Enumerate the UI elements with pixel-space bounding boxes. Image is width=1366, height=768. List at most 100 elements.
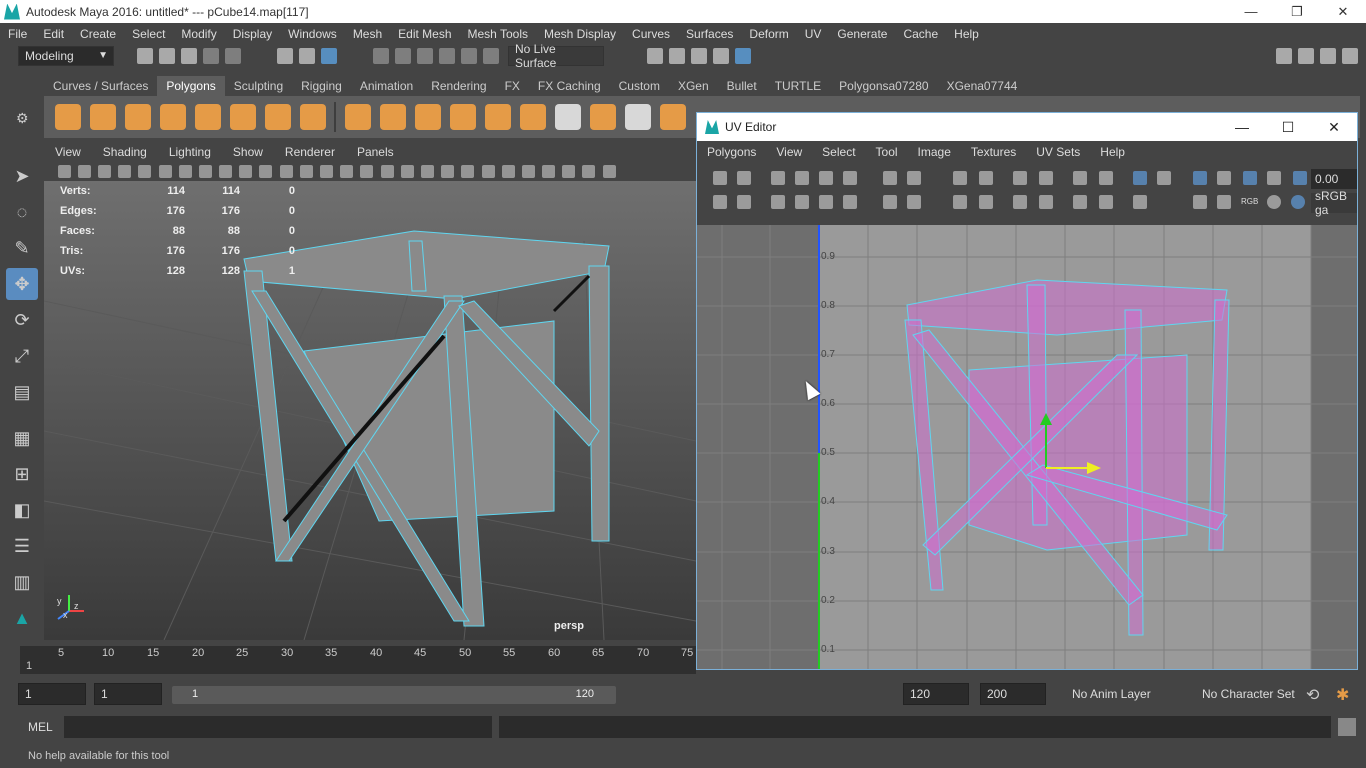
film-gate-icon[interactable] bbox=[158, 164, 172, 178]
menu-create[interactable]: Create bbox=[72, 27, 124, 41]
move-tool-icon[interactable]: ✥ bbox=[6, 268, 38, 300]
uv-pixel-snap-icon[interactable] bbox=[1217, 171, 1231, 185]
live-surface-field[interactable]: No Live Surface bbox=[508, 42, 604, 70]
uv-align-icon[interactable] bbox=[883, 171, 897, 185]
viewport-menu-renderer[interactable]: Renderer bbox=[274, 145, 346, 159]
gate-mask-icon[interactable] bbox=[198, 164, 212, 178]
snap-curve-icon[interactable] bbox=[395, 48, 411, 64]
uv-distortion-icon[interactable] bbox=[1267, 171, 1281, 185]
wireframe-icon[interactable] bbox=[279, 164, 293, 178]
menu-modify[interactable]: Modify bbox=[173, 27, 224, 41]
uv-border-icon[interactable] bbox=[979, 195, 993, 209]
poly-cone-icon[interactable] bbox=[159, 104, 186, 130]
render-settings-icon[interactable] bbox=[713, 48, 729, 64]
uv-rotate-icon[interactable] bbox=[737, 171, 751, 185]
command-input[interactable] bbox=[64, 716, 492, 738]
uv-align-bottom-icon[interactable] bbox=[1013, 195, 1027, 209]
quick-layout-side-icon[interactable]: ◧ bbox=[6, 494, 38, 526]
uv-layout-icon[interactable] bbox=[843, 171, 857, 185]
command-language-label[interactable]: MEL bbox=[28, 720, 53, 734]
open-scene-icon[interactable] bbox=[159, 48, 175, 64]
poly-plane-icon[interactable] bbox=[194, 104, 221, 130]
uv-menu-view[interactable]: View bbox=[766, 145, 812, 159]
menu-mesh-tools[interactable]: Mesh Tools bbox=[460, 27, 536, 41]
menu-select[interactable]: Select bbox=[124, 27, 173, 41]
uv-symmetrize-icon[interactable] bbox=[819, 195, 833, 209]
uv-image-display-icon[interactable] bbox=[1133, 171, 1147, 185]
render-view-icon[interactable] bbox=[647, 48, 663, 64]
graph-layout-icon[interactable]: ▥ bbox=[6, 566, 38, 598]
shelf-tab-bullet[interactable]: Bullet bbox=[718, 76, 766, 96]
snap-view-icon[interactable] bbox=[439, 48, 455, 64]
uv-menu-select[interactable]: Select bbox=[812, 145, 865, 159]
range-slider[interactable]: 1 120 bbox=[172, 686, 616, 704]
shelf-tab-animation[interactable]: Animation bbox=[351, 76, 422, 96]
menu-edit[interactable]: Edit bbox=[35, 27, 72, 41]
perspective-viewport[interactable]: y z x Verts: 114 114 0 Edges: 176 176 0 Faces:… bbox=[44, 181, 696, 640]
menu-surfaces[interactable]: Surfaces bbox=[678, 27, 741, 41]
ambient-occlusion-icon[interactable] bbox=[400, 164, 414, 178]
image-plane-icon[interactable] bbox=[118, 164, 132, 178]
auto-key-icon[interactable]: ⟲ bbox=[1306, 685, 1319, 705]
viewport-menu-view[interactable]: View bbox=[44, 145, 92, 159]
uv-overlap-icon[interactable] bbox=[1099, 195, 1113, 209]
grid-toggle-icon[interactable] bbox=[138, 164, 152, 178]
uv-select-shell-icon[interactable] bbox=[1073, 171, 1087, 185]
viewport-menu-show[interactable]: Show bbox=[222, 145, 274, 159]
uv-exposure-icon[interactable] bbox=[1293, 171, 1307, 185]
planar-map-icon[interactable] bbox=[659, 104, 686, 130]
maya-home-icon[interactable]: ▲ bbox=[6, 602, 38, 634]
start-time-field[interactable]: 1 bbox=[18, 683, 86, 705]
field-chart-icon[interactable] bbox=[219, 164, 233, 178]
use-lights-icon[interactable] bbox=[360, 164, 374, 178]
safe-action-icon[interactable] bbox=[239, 164, 253, 178]
menu-curves[interactable]: Curves bbox=[624, 27, 678, 41]
snap-grid-icon[interactable] bbox=[373, 48, 389, 64]
uv-grid-display-icon[interactable] bbox=[1193, 171, 1207, 185]
uv-menu-polygons[interactable]: Polygons bbox=[697, 145, 766, 159]
uv-gamma-icon[interactable] bbox=[1267, 195, 1281, 209]
smooth-icon[interactable] bbox=[449, 104, 476, 130]
menu-edit-mesh[interactable]: Edit Mesh bbox=[390, 27, 459, 41]
multi-cut-icon[interactable] bbox=[554, 104, 581, 130]
poly-torus-icon[interactable] bbox=[229, 104, 256, 130]
poly-cube-icon[interactable] bbox=[89, 104, 116, 130]
menu-generate[interactable]: Generate bbox=[829, 27, 895, 41]
menu-mesh[interactable]: Mesh bbox=[345, 27, 390, 41]
uv-pin-icon[interactable] bbox=[843, 195, 857, 209]
menu-file[interactable]: File bbox=[0, 27, 35, 41]
shelf-tab-custom[interactable]: Custom bbox=[610, 76, 669, 96]
uv-smudge-icon[interactable] bbox=[795, 195, 809, 209]
shelf-tab-fx[interactable]: FX bbox=[496, 76, 529, 96]
isolate-select-icon[interactable] bbox=[481, 164, 495, 178]
menu-display[interactable]: Display bbox=[225, 27, 280, 41]
uv-maximize-button[interactable]: ☐ bbox=[1265, 113, 1311, 141]
quick-layout-four-icon[interactable]: ⊞ bbox=[6, 458, 38, 490]
last-tool-icon[interactable]: ▤ bbox=[6, 376, 38, 408]
shelf-tab-polygonsa07280[interactable]: Polygonsa07280 bbox=[830, 76, 937, 96]
uv-convert-icon[interactable] bbox=[1099, 171, 1113, 185]
select-object-icon[interactable] bbox=[299, 48, 315, 64]
layout-icon[interactable] bbox=[1276, 48, 1292, 64]
uv-checker-icon[interactable] bbox=[1193, 195, 1207, 209]
uv-shell-icon[interactable] bbox=[953, 195, 967, 209]
uv-texture-tiling-icon[interactable] bbox=[1133, 195, 1147, 209]
uv-align-left-icon[interactable] bbox=[1013, 171, 1027, 185]
redo-icon[interactable] bbox=[225, 48, 241, 64]
shelf-tab-polygons[interactable]: Polygons bbox=[157, 76, 225, 96]
uv-sew-icon[interactable] bbox=[795, 171, 809, 185]
minimize-button[interactable]: — bbox=[1228, 0, 1274, 23]
xray-joints-icon[interactable] bbox=[521, 164, 535, 178]
uv-unfold-icon[interactable] bbox=[819, 171, 833, 185]
poly-cylinder-icon[interactable] bbox=[124, 104, 151, 130]
extrude-icon[interactable] bbox=[484, 104, 511, 130]
shadows-icon[interactable] bbox=[380, 164, 394, 178]
undo-icon[interactable] bbox=[203, 48, 219, 64]
color-space-dropdown[interactable]: sRGB ga bbox=[1311, 189, 1357, 217]
uv-texture-canvas[interactable]: 0.9 0.8 0.7 0.6 0.5 0.4 0.3 0.2 0.1 bbox=[697, 225, 1357, 669]
smooth-shade-icon[interactable] bbox=[299, 164, 313, 178]
target-weld-icon[interactable] bbox=[624, 104, 651, 130]
menu-deform[interactable]: Deform bbox=[741, 27, 796, 41]
mirror-icon[interactable] bbox=[414, 104, 441, 130]
end-time-field[interactable]: 120 bbox=[903, 683, 969, 705]
